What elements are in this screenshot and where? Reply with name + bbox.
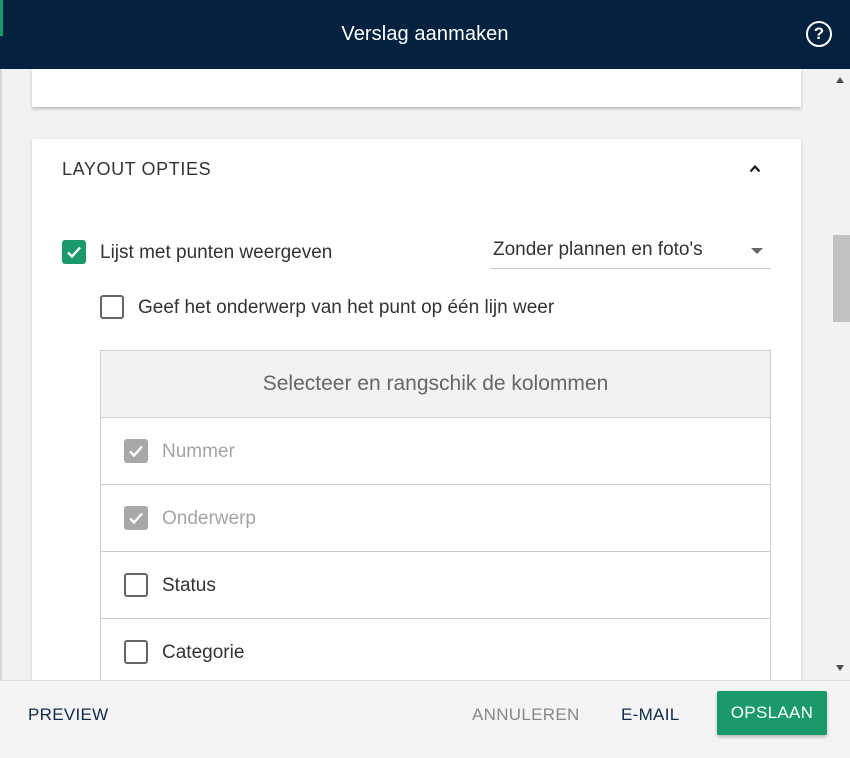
points-layout-value: Zonder plannen en foto's — [493, 239, 703, 260]
dialog-header: Verslag aanmaken ? — [0, 0, 850, 69]
left-edge — [0, 69, 2, 680]
column-category-label: Categorie — [162, 642, 245, 663]
column-subject-label: Onderwerp — [162, 508, 256, 529]
check-icon — [67, 246, 81, 259]
scrollbar-thumb[interactable] — [833, 235, 850, 322]
column-row-subject: Onderwerp — [101, 485, 770, 552]
section-title: LAYOUT OPTIES — [62, 159, 212, 179]
column-status-label: Status — [162, 575, 216, 596]
cancel-button[interactable]: ANNULEREN — [472, 705, 580, 725]
caret-down-icon — [751, 248, 763, 254]
column-row-category[interactable]: Categorie — [101, 619, 770, 680]
preview-button[interactable]: PREVIEW — [28, 705, 109, 725]
column-subject-checkbox — [124, 506, 148, 530]
column-category-checkbox[interactable] — [124, 640, 148, 664]
save-button[interactable]: OPSLAAN — [717, 691, 827, 735]
chevron-up-icon[interactable] — [749, 163, 761, 175]
scroll-up-icon[interactable] — [836, 77, 844, 83]
column-selector: Selecteer en rangschik de kolommen Numme… — [100, 350, 771, 680]
single-line-subject-checkbox[interactable] — [100, 295, 124, 319]
column-number-label: Nummer — [162, 441, 235, 462]
column-number-checkbox — [124, 439, 148, 463]
column-selector-header: Selecteer en rangschik de kolommen — [101, 351, 770, 418]
help-icon[interactable]: ? — [806, 21, 832, 47]
scroll-down-icon[interactable] — [836, 665, 844, 671]
scrollbar[interactable] — [831, 69, 850, 680]
show-points-label: Lijst met punten weergeven — [100, 242, 333, 263]
check-icon — [129, 512, 143, 525]
column-status-checkbox[interactable] — [124, 573, 148, 597]
previous-section-card — [32, 69, 801, 107]
dialog-footer: PREVIEW ANNULEREN E-MAIL OPSLAAN — [0, 680, 850, 758]
single-line-subject-label: Geef het onderwerp van het punt op één l… — [138, 297, 555, 318]
points-layout-select[interactable]: Zonder plannen en foto's — [490, 233, 771, 269]
accent-strip — [0, 0, 3, 36]
email-button[interactable]: E-MAIL — [621, 705, 679, 725]
layout-options-card: LAYOUT OPTIES Lijst met punten weergeven… — [32, 139, 801, 680]
column-row-number: Nummer — [101, 418, 770, 485]
dialog-title: Verslag aanmaken — [341, 23, 509, 45]
dialog-content[interactable]: LAYOUT OPTIES Lijst met punten weergeven… — [0, 69, 850, 680]
column-row-status[interactable]: Status — [101, 552, 770, 619]
check-icon — [129, 445, 143, 458]
show-points-checkbox[interactable] — [62, 240, 86, 264]
